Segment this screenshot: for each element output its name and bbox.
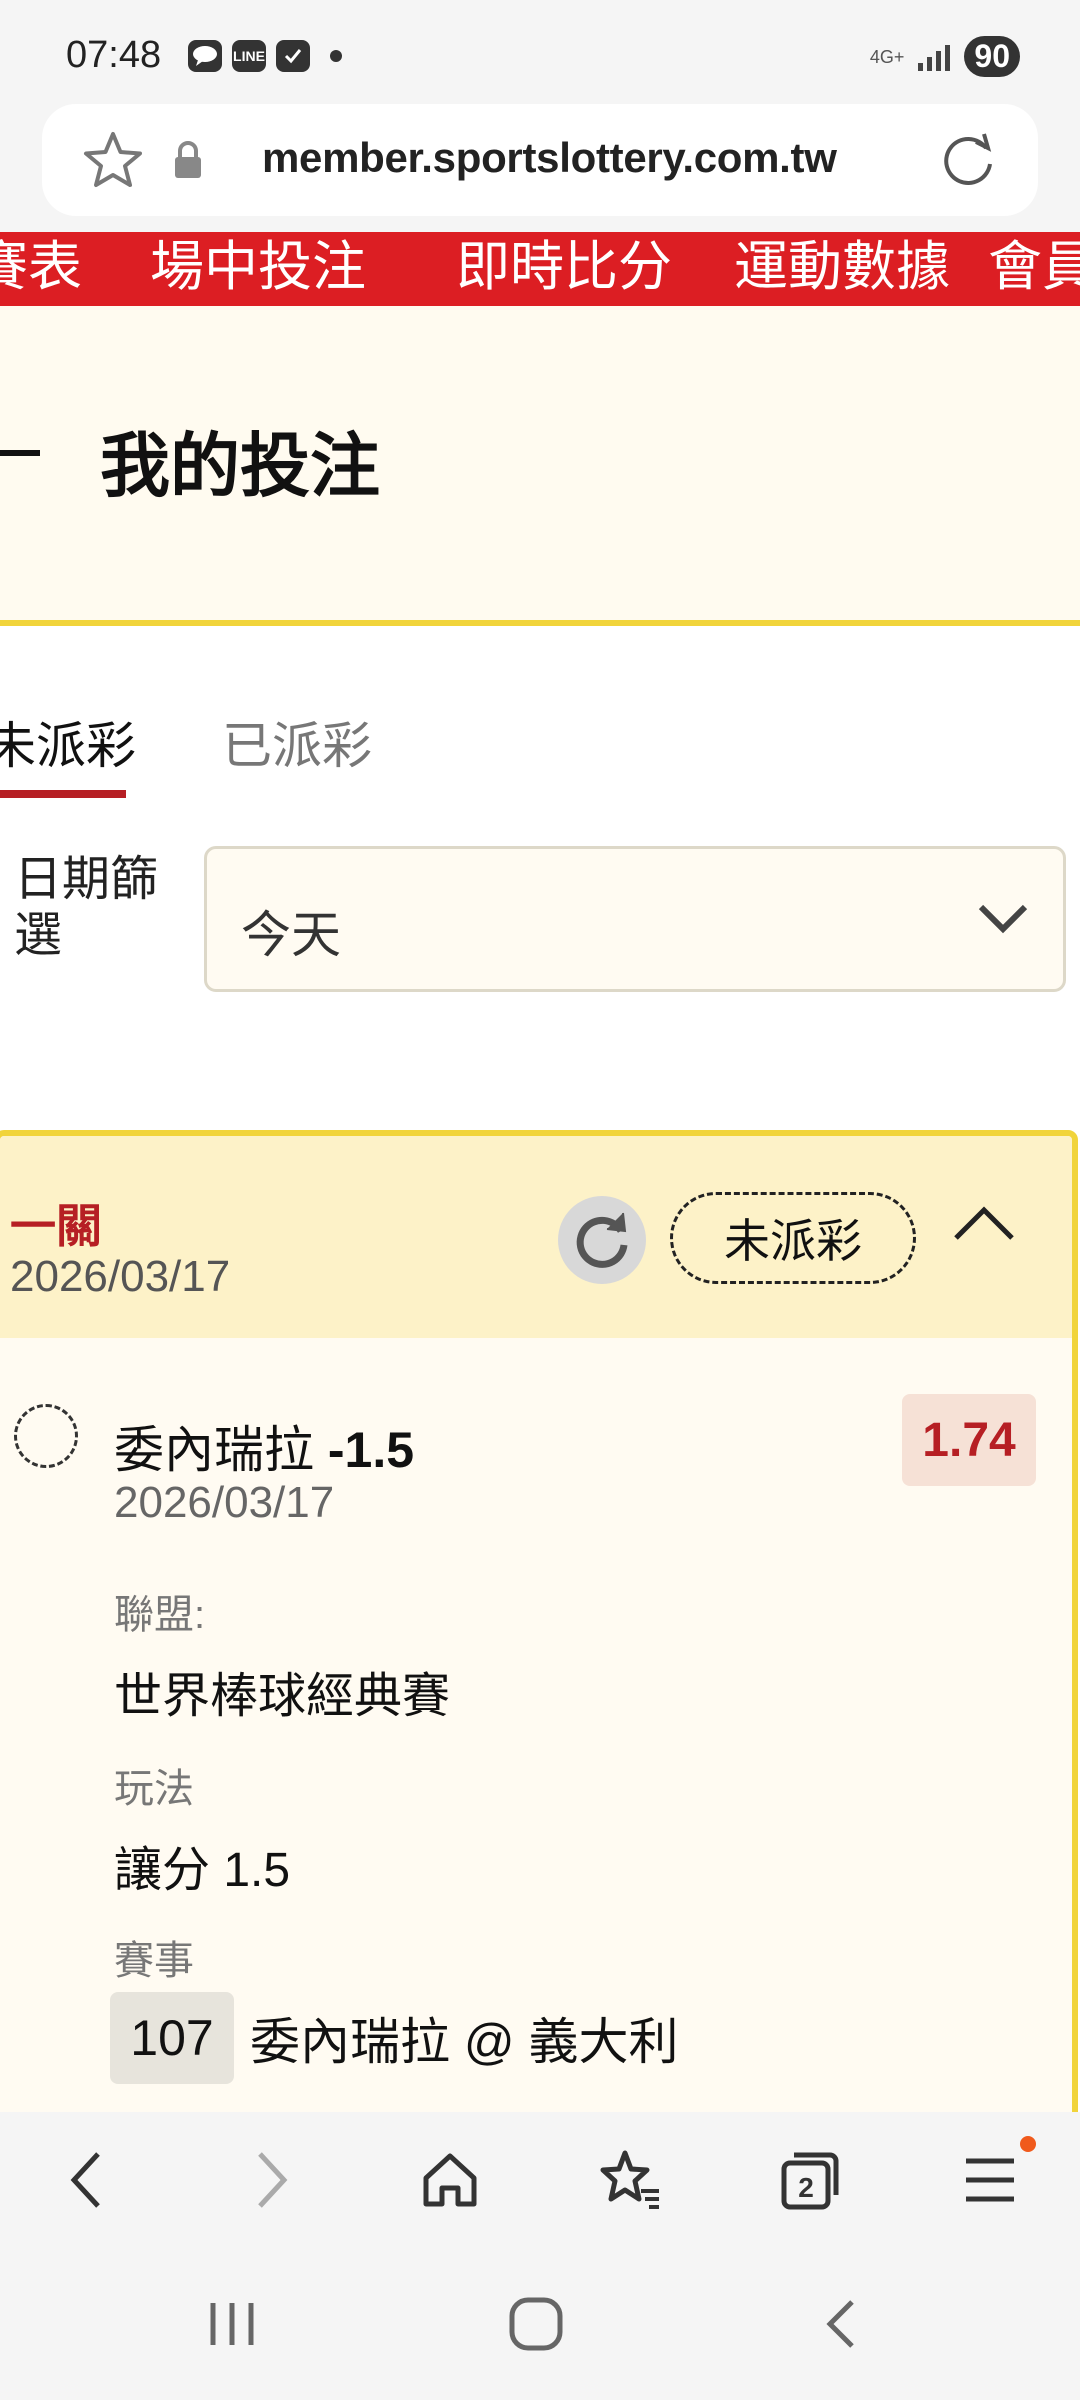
status-bar: 07:48 LINE 4G+ 90 <box>0 0 1080 100</box>
selection-date: 2026/03/17 <box>114 1478 335 1527</box>
status-right: 4G+ 90 <box>870 36 1020 77</box>
selection-handicap: -1.5 <box>327 1422 415 1478</box>
nav-item-sports-data[interactable]: 運動數據 <box>734 232 950 301</box>
nav-item-live-scores[interactable]: 即時比分 <box>456 232 672 301</box>
chevron-up-icon[interactable] <box>952 1202 1016 1247</box>
nav-item-live-betting[interactable]: 場中投注 <box>150 232 366 301</box>
tab-count: 2 <box>798 2172 814 2203</box>
chevron-down-icon <box>977 901 1029 940</box>
refresh-button[interactable] <box>558 1196 646 1284</box>
selection-team: 委內瑞拉 <box>114 1422 314 1478</box>
title-decoration <box>0 450 40 456</box>
market-label: 玩法 <box>114 1767 194 1811</box>
selection-radio[interactable] <box>14 1404 78 1468</box>
system-back-icon[interactable] <box>800 2294 880 2354</box>
system-nav-bar <box>0 2244 1080 2400</box>
network-type: 4G+ <box>869 46 905 67</box>
league-label: 聯盟: <box>114 1593 206 1637</box>
event-label: 賽事 <box>114 1939 194 1983</box>
notification-icons: LINE <box>188 40 342 72</box>
nav-item-schedule[interactable]: 賽表 <box>0 232 82 301</box>
bet-type: 一關 <box>10 1200 102 1252</box>
page-content: 我的投注 未派彩 已派彩 日期篩選 今天 一關 2026/03/17 未派彩 委… <box>0 306 1080 2112</box>
league-value: 世界棒球經典賽 <box>114 1670 451 1723</box>
tab-active-indicator <box>0 790 126 798</box>
forward-icon[interactable] <box>232 2140 312 2220</box>
site-nav: 賽表 場中投注 即時比分 運動數據 會員 <box>0 232 1080 306</box>
tabs-icon[interactable]: 2 <box>770 2140 850 2220</box>
date-filter-value: 今天 <box>241 907 341 963</box>
more-notifications-dot <box>330 50 342 62</box>
address-bar[interactable]: member.sportslottery.com.tw <box>42 104 1038 216</box>
line-icon: LINE <box>232 40 266 72</box>
menu-notification-dot <box>1020 2136 1036 2152</box>
menu-icon[interactable] <box>950 2140 1030 2220</box>
date-filter-select[interactable]: 今天 <box>204 846 1066 992</box>
status-time: 07:48 <box>66 34 162 76</box>
bookmark-star-icon[interactable] <box>82 130 144 195</box>
browser-toolbar: 2 <box>0 2112 1080 2244</box>
status-badge: 未派彩 <box>670 1192 916 1284</box>
chat-icon <box>188 40 222 72</box>
bet-card-header: 一關 2026/03/17 未派彩 <box>0 1136 1072 1338</box>
tab-paid[interactable]: 已派彩 <box>222 706 372 778</box>
bet-date: 2026/03/17 <box>10 1252 231 1301</box>
battery-level: 90 <box>964 36 1020 77</box>
lock-icon[interactable] <box>172 140 204 185</box>
event-name: 委內瑞拉 @ 義大利 <box>250 2014 679 2070</box>
recent-apps-icon[interactable] <box>192 2294 272 2354</box>
home-icon[interactable] <box>410 2140 490 2220</box>
signal-icon <box>918 43 951 71</box>
checkbox-icon <box>276 40 310 72</box>
tab-unpaid[interactable]: 未派彩 <box>0 706 136 778</box>
reload-icon[interactable] <box>938 128 998 195</box>
nav-item-member[interactable]: 會員 <box>988 232 1080 301</box>
date-filter-label: 日期篩選 <box>14 853 159 962</box>
bet-card: 一關 2026/03/17 未派彩 委內瑞拉 -1.5 1.74 2026/03… <box>0 1130 1078 2112</box>
odds-badge: 1.74 <box>902 1394 1036 1486</box>
bookmarks-icon[interactable] <box>590 2140 670 2220</box>
title-banner: 我的投注 <box>0 306 1080 626</box>
url-text[interactable]: member.sportslottery.com.tw <box>262 134 837 182</box>
home-button-icon[interactable] <box>496 2294 576 2354</box>
market-value: 讓分 1.5 <box>114 1844 291 1897</box>
refresh-icon <box>576 1212 628 1268</box>
selection-text: 委內瑞拉 -1.5 <box>114 1410 414 1482</box>
back-icon[interactable] <box>46 2140 126 2220</box>
page-title: 我的投注 <box>100 427 380 505</box>
event-number: 107 <box>110 1992 234 2084</box>
